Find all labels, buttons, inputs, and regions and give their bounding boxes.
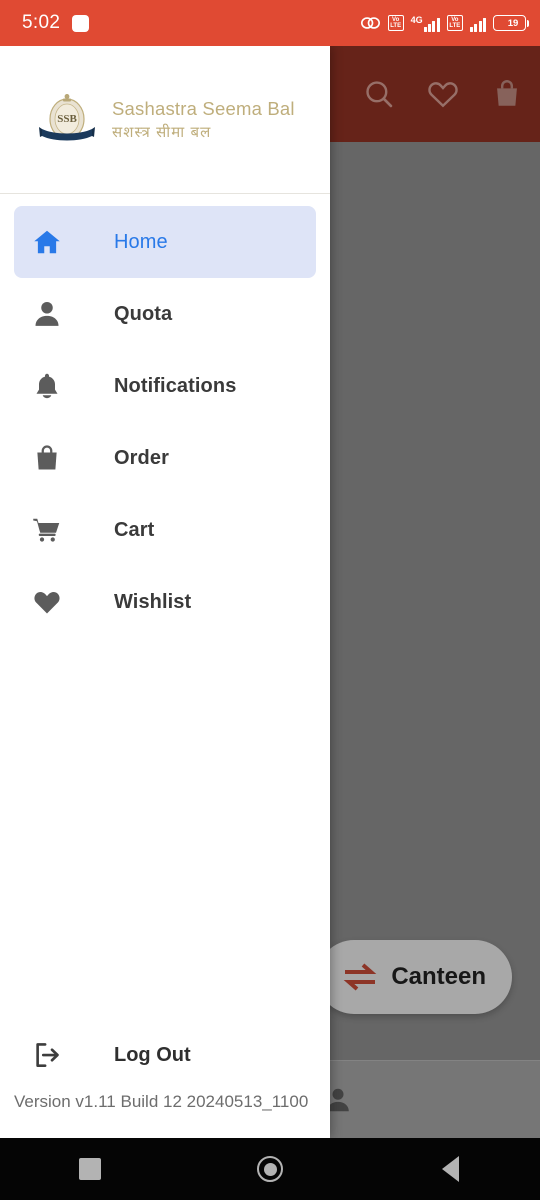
heart-icon — [26, 587, 68, 617]
sidebar-item-label: Cart — [114, 518, 155, 541]
sidebar-item-home[interactable]: Home — [14, 206, 316, 278]
volte-sim2-icon: Vo LTE — [446, 15, 463, 31]
brand-name-english: Sashastra Seema Bal — [112, 97, 295, 119]
4g-signal-icon: 4G — [411, 15, 440, 32]
sidebar-item-label: Notifications — [114, 374, 237, 397]
svg-text:SSB: SSB — [57, 113, 77, 125]
status-clock: 5:02 — [22, 12, 61, 33]
volte-sim1-icon: Vo LTE — [387, 15, 404, 31]
drawer-footer: Log Out Version v1.11 Build 12 20240513_… — [0, 1018, 330, 1138]
circle-icon — [257, 1156, 283, 1182]
brand-name-hindi: सशस्त्र सीमा बल — [112, 123, 212, 141]
notification-badge-icon — [72, 14, 90, 32]
sidebar-item-wishlist[interactable]: Wishlist — [14, 566, 316, 638]
person-icon — [26, 299, 68, 329]
logout-label: Log Out — [114, 1043, 191, 1066]
shopping-cart-icon — [26, 515, 68, 545]
brand-text-block: Sashastra Seema Bal सशस्त्र सीमा बल — [112, 98, 295, 142]
drawer-scrim-overlay[interactable] — [330, 46, 540, 1138]
back-button[interactable] — [360, 1156, 540, 1182]
triangle-left-icon — [441, 1156, 459, 1182]
battery-icon: 19 — [493, 15, 529, 31]
home-button[interactable] — [180, 1156, 360, 1182]
sidebar-item-label: Wishlist — [114, 590, 192, 613]
shopping-bag-icon — [26, 443, 68, 473]
logout-button[interactable]: Log Out — [0, 1018, 330, 1092]
ssb-emblem-icon: SSB — [39, 93, 95, 140]
sidebar-item-order[interactable]: Order — [14, 422, 316, 494]
status-bar: 5:02 Vo LTE 4G Vo LTE 19 — [0, 0, 540, 46]
status-icons: Vo LTE 4G Vo LTE 19 — [360, 15, 529, 32]
sidebar-item-label: Quota — [114, 302, 173, 325]
android-navigation-bar — [0, 1138, 540, 1200]
drawer-header: SSB Sashastra Seema Bal सशस्त्र सीमा बल — [0, 46, 330, 194]
sidebar-item-label: Home — [114, 230, 168, 253]
version-text: Version v1.11 Build 12 20240513_1100 — [14, 1092, 309, 1111]
square-icon — [79, 1158, 101, 1180]
sidebar-item-notifications[interactable]: Notifications — [14, 350, 316, 422]
link-icon — [360, 17, 380, 29]
phone-screen: al Canteen — [0, 0, 540, 1200]
logout-icon — [26, 1040, 68, 1070]
recents-button[interactable] — [0, 1158, 180, 1180]
sidebar-item-quota[interactable]: Quota — [14, 278, 316, 350]
home-icon — [26, 227, 68, 257]
sidebar-item-cart[interactable]: Cart — [14, 494, 316, 566]
sidebar-item-label: Order — [114, 446, 169, 469]
signal-icon — [469, 15, 486, 32]
bell-icon — [26, 371, 68, 401]
drawer-menu-list: Home Quota Notifications Order Cart Wish… — [0, 194, 330, 1018]
navigation-drawer: SSB Sashastra Seema Bal सशस्त्र सीमा बल … — [0, 46, 330, 1138]
